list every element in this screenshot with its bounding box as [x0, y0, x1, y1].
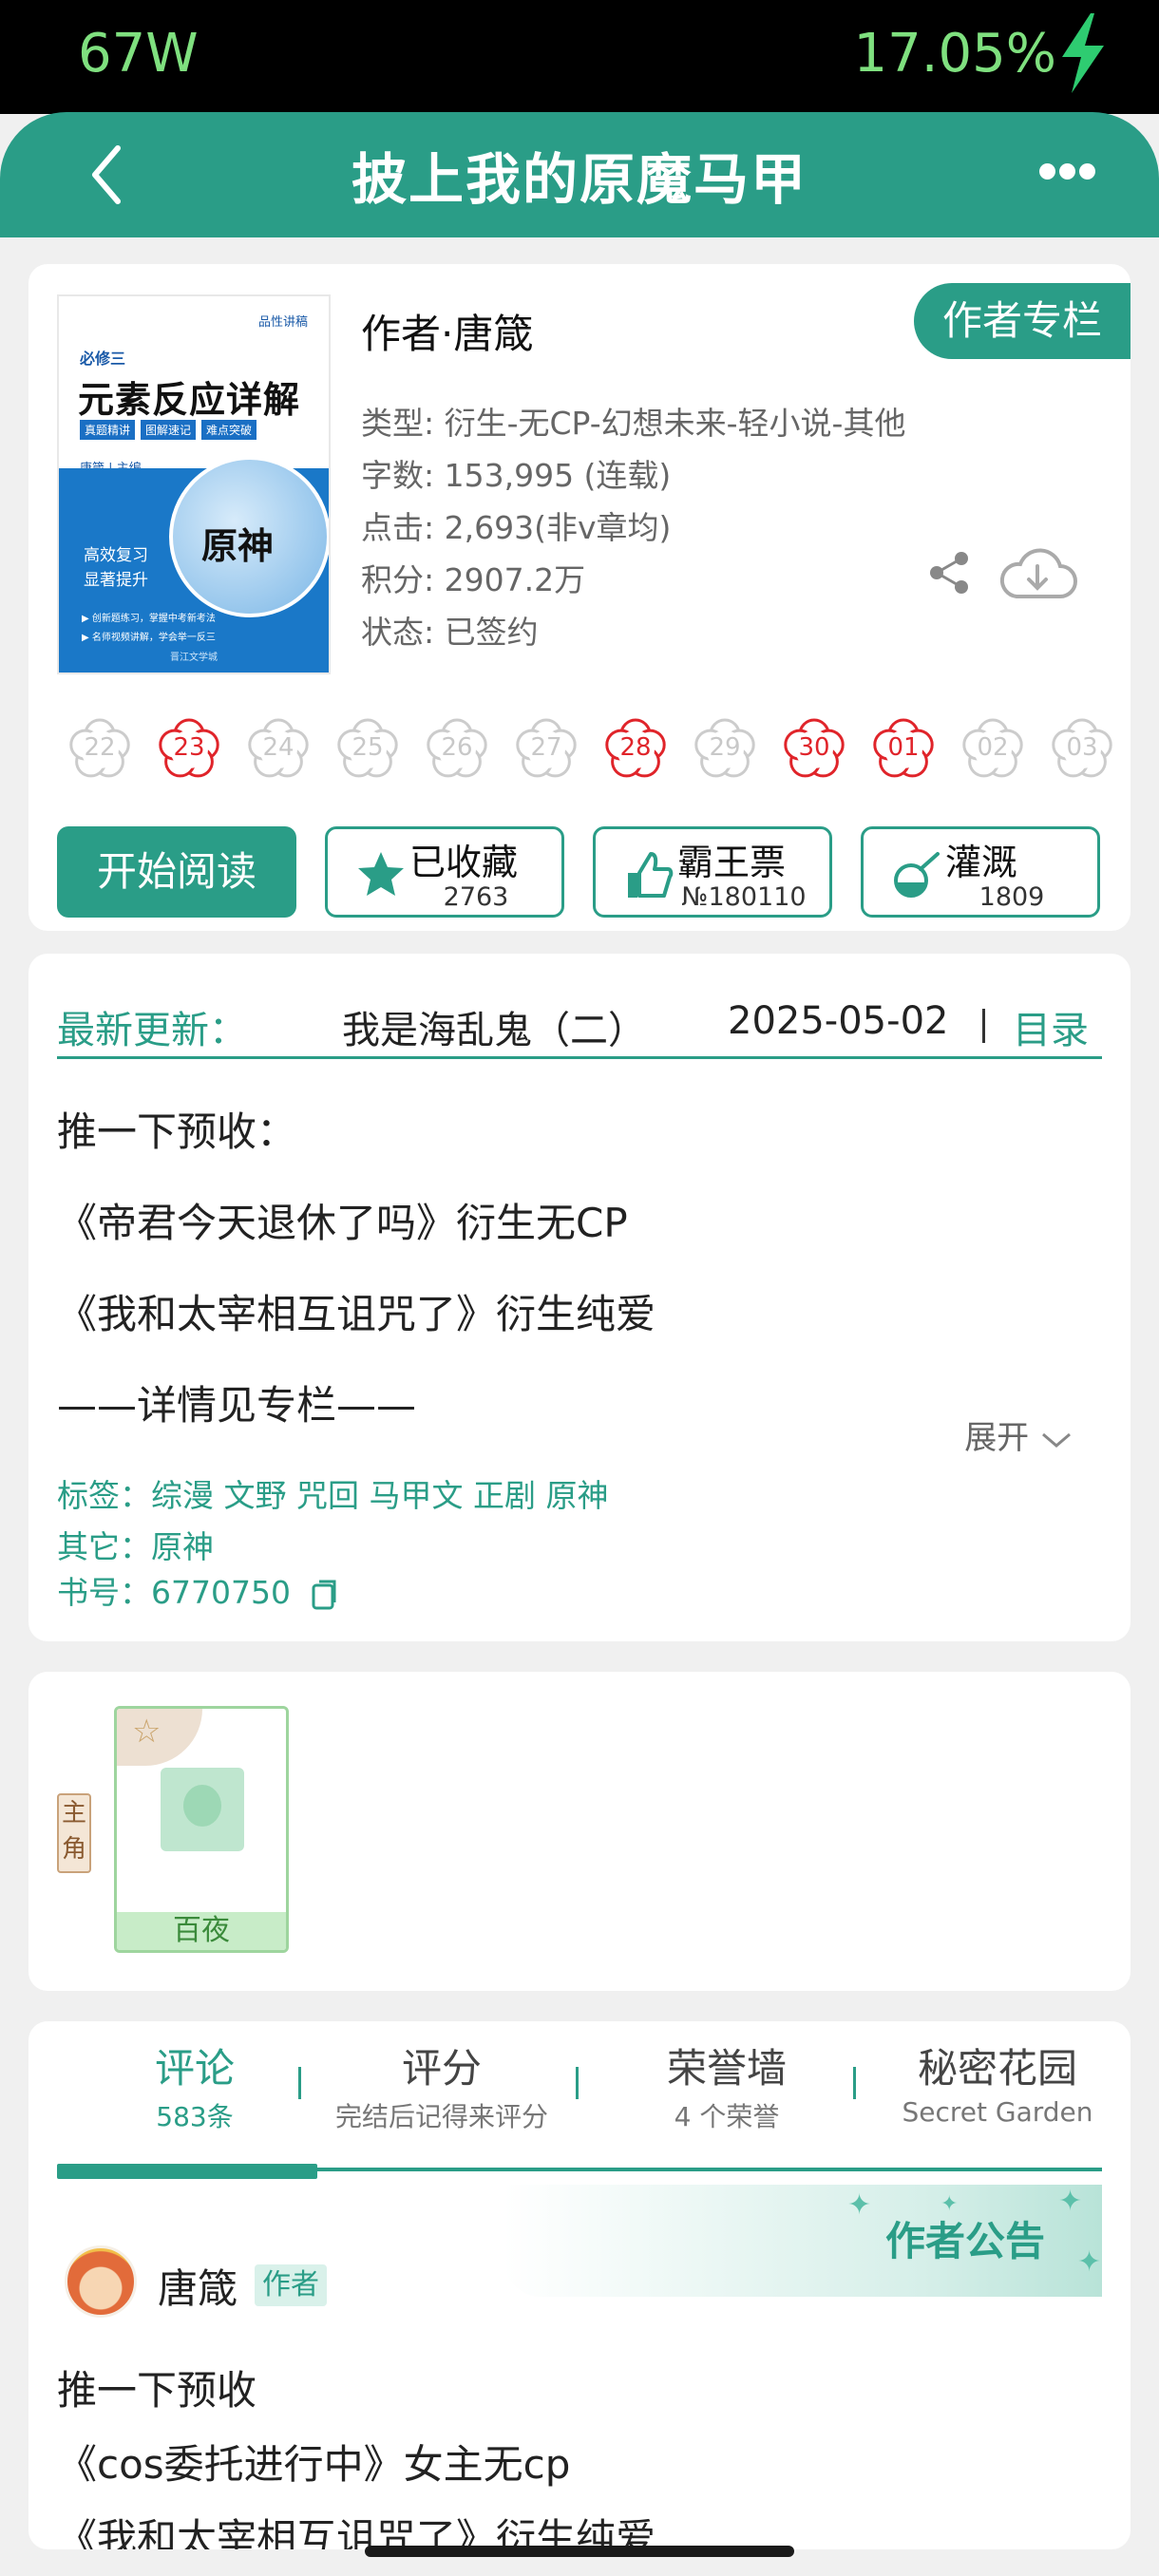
- date-flower: 26: [422, 712, 492, 783]
- copy-icon[interactable]: [310, 1578, 340, 1612]
- page-title: 披上我的原魔马甲: [351, 147, 808, 212]
- latest-update-row[interactable]: 最新更新： 我是海乱鬼（二） 2025-05-02 目录: [57, 992, 1102, 1052]
- character-name: 百夜: [117, 1912, 286, 1950]
- update-calendar: 22 23 24 25 26 27 28 29 30 01 02 03: [65, 712, 1117, 783]
- irrigate-button[interactable]: 灌溉 1809: [861, 826, 1100, 918]
- tab-honor-wall[interactable]: 荣誉墙 4 个荣誉: [598, 2036, 855, 2134]
- star-icon: [358, 852, 404, 896]
- book-other: 其它：原神: [57, 1528, 214, 1565]
- thumbs-up-icon: [628, 852, 674, 898]
- book-intro: 推一下预收： 《帝君今天退休了吗》衍生无CP 《我和太宰相互诅咒了》衍生纯爱 —…: [57, 1108, 656, 1429]
- character-card: 主角 ☆ 百夜: [28, 1672, 1130, 1991]
- update-card: 最新更新： 我是海乱鬼（二） 2025-05-02 目录 推一下预收： 《帝君今…: [28, 954, 1130, 1641]
- commenter-name[interactable]: 唐箴: [158, 2257, 238, 2315]
- character-item[interactable]: ☆ 百夜: [114, 1706, 289, 1953]
- date-flower: 29: [690, 712, 760, 783]
- avatar[interactable]: [65, 2245, 137, 2318]
- author-column-button[interactable]: 作者专栏: [914, 283, 1130, 359]
- book-cover[interactable]: 品性讲稿 必修三 元素反应详解 真题精讲 图解速记 难点突破 唐箴 | 主编 原…: [57, 294, 331, 674]
- book-meta: 类型: 衍生-无CP-幻想未来-轻小说-其他 字数: 153,995 (连载) …: [361, 405, 906, 651]
- protagonist-tag: 主角: [57, 1793, 91, 1873]
- sparkle-icon: ✦: [1077, 2245, 1102, 2279]
- active-tab-indicator: [57, 2164, 317, 2179]
- flask-icon: [894, 852, 940, 898]
- book-number: 书号：6770750: [57, 1567, 340, 1613]
- star-icon: ☆: [132, 1713, 162, 1751]
- date-flower: 28: [600, 712, 671, 783]
- book-info-card: 品性讲稿 必修三 元素反应详解 真题精讲 图解速记 难点突破 唐箴 | 主编 原…: [28, 264, 1130, 931]
- author-notice-title: 作者公告: [885, 2218, 1046, 2264]
- notice-content: 推一下预收 《cos委托进行中》女主无cp 《我和太宰相互诅咒了》衍生纯爱: [57, 2367, 656, 2549]
- tab-comments[interactable]: 评论 583条: [86, 2036, 304, 2134]
- book-tags[interactable]: 标签：综漫 文野 咒回 马甲文 正剧 原神: [57, 1470, 608, 1516]
- charging-bolt-icon: [1062, 13, 1104, 93]
- comments-card: 评论 583条 评分 完结后记得来评分 荣誉墙 4 个荣誉 秘密花园 Secre…: [28, 2021, 1130, 2549]
- battery-percent: 17.05%: [853, 23, 1056, 85]
- cloud-download-icon[interactable]: [998, 543, 1077, 604]
- table-of-contents-link[interactable]: 目录: [1013, 999, 1089, 1054]
- update-date: 2025-05-02: [728, 999, 949, 1043]
- latest-chapter[interactable]: 我是海乱鬼（二）: [342, 999, 646, 1054]
- share-icon[interactable]: [925, 549, 973, 597]
- collect-button[interactable]: 已收藏 2763: [325, 826, 564, 918]
- author-badge: 作者: [255, 2264, 327, 2306]
- start-reading-button[interactable]: 开始阅读: [57, 826, 296, 918]
- date-flower: 30: [779, 712, 849, 783]
- date-flower: 02: [958, 712, 1028, 783]
- date-flower: 01: [868, 712, 939, 783]
- home-indicator[interactable]: [365, 2546, 794, 2557]
- tab-rating[interactable]: 评分 完结后记得来评分: [314, 2036, 570, 2134]
- date-flower: 22: [65, 712, 135, 783]
- expand-intro-button[interactable]: 展开: [964, 1411, 1074, 1458]
- character-avatar: [161, 1768, 244, 1851]
- sparkle-icon: ✦: [1058, 2185, 1083, 2218]
- date-flower: 03: [1047, 712, 1117, 783]
- charging-power: 67W: [78, 23, 199, 85]
- sparkle-icon: ✦: [847, 2188, 872, 2222]
- nav-bar: 披上我的原魔马甲: [0, 112, 1159, 237]
- status-bar: 67W 17.05%: [0, 0, 1159, 114]
- date-flower: 25: [332, 712, 403, 783]
- author-name[interactable]: 作者·唐箴: [361, 302, 533, 360]
- action-buttons: 开始阅读 已收藏 2763 霸王票 №180110 灌溉 1809: [57, 826, 1100, 918]
- chevron-down-icon: [1042, 1432, 1071, 1448]
- more-options-icon[interactable]: [1039, 163, 1100, 186]
- tab-secret-garden[interactable]: 秘密花园 Secret Garden: [874, 2036, 1121, 2128]
- bawang-ticket-button[interactable]: 霸王票 №180110: [593, 826, 832, 918]
- date-flower: 24: [243, 712, 314, 783]
- date-flower: 23: [154, 712, 224, 783]
- date-flower: 27: [511, 712, 581, 783]
